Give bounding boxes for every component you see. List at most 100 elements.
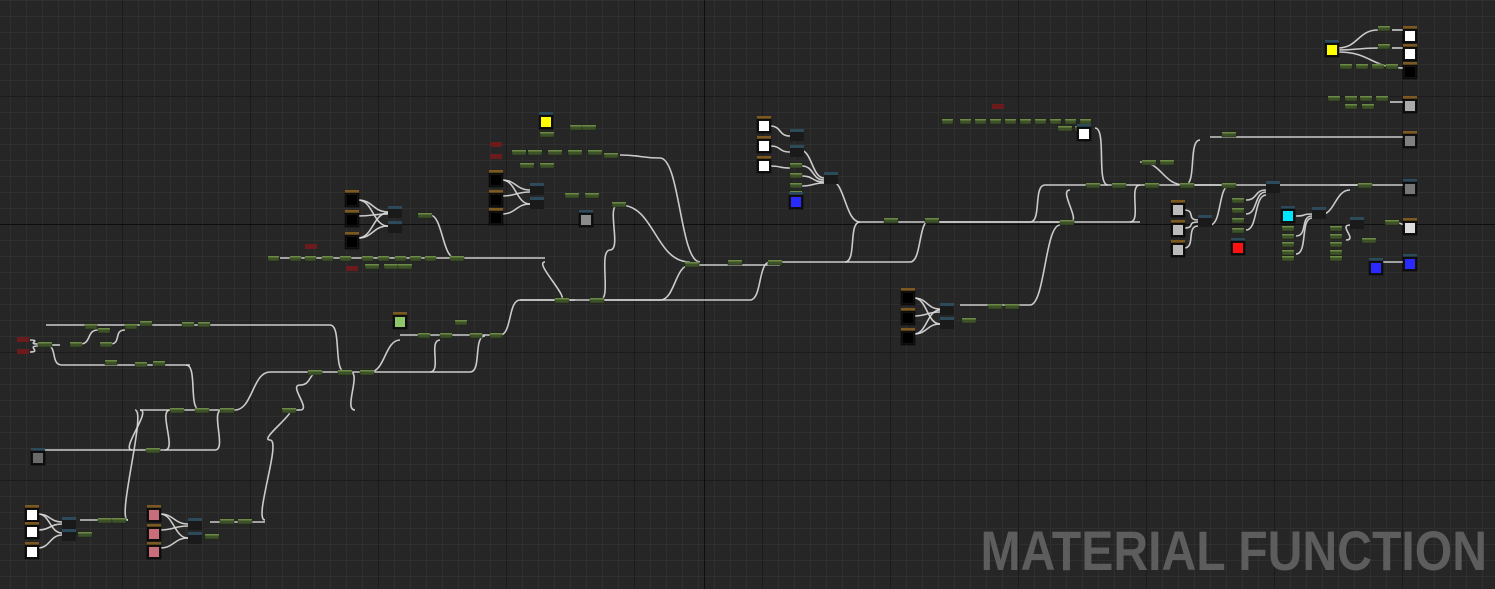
math-node-59[interactable] (377, 255, 390, 262)
parameter-node-157[interactable] (1312, 207, 1326, 219)
math-node-123[interactable] (1085, 182, 1101, 189)
math-node-128[interactable] (1159, 159, 1175, 166)
node-wire-41[interactable] (619, 204, 691, 263)
math-node-131[interactable] (1221, 182, 1237, 189)
math-node-117[interactable] (1049, 118, 1062, 125)
math-node-36[interactable] (281, 407, 297, 414)
math-node-79[interactable] (603, 152, 619, 159)
preview-node-142[interactable] (1170, 240, 1186, 258)
math-node-41[interactable] (417, 332, 431, 339)
node-wire-29[interactable] (499, 299, 521, 336)
node-wire-64[interactable] (1139, 161, 1186, 186)
math-node-126[interactable] (1179, 182, 1195, 189)
preview-node-97[interactable] (756, 136, 772, 154)
preview-node-172[interactable] (1402, 96, 1418, 114)
preview-node-149[interactable] (1230, 238, 1246, 256)
math-node-32[interactable] (169, 407, 185, 414)
preview-node-40[interactable] (392, 312, 408, 330)
math-node-152[interactable] (1281, 225, 1295, 232)
parameter-node-99[interactable] (790, 129, 804, 141)
constant-node-72[interactable] (490, 142, 502, 147)
node-wire-77[interactable] (37, 534, 63, 549)
node-wire-2[interactable] (329, 324, 346, 373)
node-wire-83[interactable] (357, 199, 389, 213)
node-wire-66[interactable] (1209, 184, 1231, 226)
math-node-33[interactable] (194, 407, 210, 414)
node-wire-38[interactable] (749, 261, 771, 301)
node-wire-81[interactable] (159, 537, 189, 549)
node-wire-23[interactable] (349, 371, 356, 411)
parameter-node-100[interactable] (790, 145, 804, 157)
math-node-178[interactable] (1377, 43, 1391, 50)
node-wire-72[interactable] (29, 345, 39, 353)
math-node-9[interactable] (99, 341, 113, 348)
parameter-node-86[interactable] (530, 197, 544, 209)
node-wire-25[interactable] (369, 339, 401, 373)
math-node-53[interactable] (267, 255, 280, 262)
preview-node-96[interactable] (756, 116, 772, 134)
math-node-13[interactable] (181, 321, 195, 328)
math-node-54[interactable] (289, 255, 302, 262)
math-node-4[interactable] (84, 323, 98, 330)
math-node-57[interactable] (339, 255, 352, 262)
node-wire-58[interactable] (1029, 224, 1061, 306)
math-node-90[interactable] (611, 201, 627, 208)
node-wire-36[interactable] (659, 264, 691, 301)
math-node-7[interactable] (139, 320, 153, 327)
node-wire-94[interactable] (769, 165, 791, 169)
node-wire-71[interactable] (29, 339, 39, 345)
math-node-93[interactable] (684, 261, 700, 268)
preview-node-17[interactable] (24, 522, 40, 540)
preview-node-173[interactable] (1402, 131, 1418, 149)
math-node-159[interactable] (1329, 233, 1343, 240)
node-wire-67[interactable] (829, 179, 861, 223)
math-node-60[interactable] (394, 255, 407, 262)
math-node-124[interactable] (1111, 182, 1127, 189)
math-node-165[interactable] (1384, 219, 1400, 226)
math-node-183[interactable] (1327, 95, 1341, 102)
math-node-5[interactable] (97, 327, 111, 334)
node-wire-33[interactable] (599, 249, 611, 301)
math-node-160[interactable] (1329, 241, 1343, 248)
math-node-180[interactable] (1355, 63, 1369, 70)
preview-node-82[interactable] (488, 170, 504, 188)
node-wire-113[interactable] (1345, 224, 1351, 241)
math-node-76[interactable] (547, 149, 563, 156)
preview-node-48[interactable] (344, 232, 360, 250)
math-node-138[interactable] (987, 303, 1003, 310)
node-wire-85[interactable] (357, 225, 389, 239)
preview-node-176[interactable] (1324, 40, 1340, 58)
preview-node-24[interactable] (146, 505, 162, 523)
math-node-110[interactable] (941, 118, 954, 125)
math-node-21[interactable] (77, 531, 93, 538)
constant-node-64[interactable] (346, 266, 358, 271)
math-node-81[interactable] (539, 162, 555, 169)
math-node-184[interactable] (1344, 95, 1358, 102)
node-wire-115[interactable] (1337, 29, 1379, 49)
parameter-node-49[interactable] (388, 206, 402, 218)
math-node-37[interactable] (307, 369, 323, 376)
math-node-162[interactable] (1329, 255, 1343, 262)
math-node-181[interactable] (1371, 63, 1385, 70)
math-node-55[interactable] (304, 255, 317, 262)
math-node-107[interactable] (883, 217, 899, 224)
preview-node-167[interactable] (1368, 258, 1384, 276)
constant-node-1[interactable] (17, 337, 29, 342)
node-wire-92[interactable] (769, 125, 791, 137)
node-wire-12[interactable] (214, 409, 223, 451)
math-node-144[interactable] (1231, 197, 1245, 204)
math-node-153[interactable] (1281, 233, 1295, 240)
math-node-34[interactable] (219, 407, 235, 414)
preview-node-84[interactable] (488, 208, 504, 226)
math-node-111[interactable] (959, 118, 972, 125)
math-node-39[interactable] (359, 369, 375, 376)
node-wire-27[interactable] (429, 339, 441, 373)
math-node-108[interactable] (924, 217, 940, 224)
math-node-113[interactable] (989, 118, 1002, 125)
math-node-42[interactable] (439, 332, 453, 339)
math-node-179[interactable] (1339, 63, 1353, 70)
math-node-103[interactable] (789, 182, 803, 189)
parameter-node-50[interactable] (388, 221, 402, 233)
math-node-130[interactable] (1221, 131, 1237, 138)
math-node-77[interactable] (567, 149, 583, 156)
